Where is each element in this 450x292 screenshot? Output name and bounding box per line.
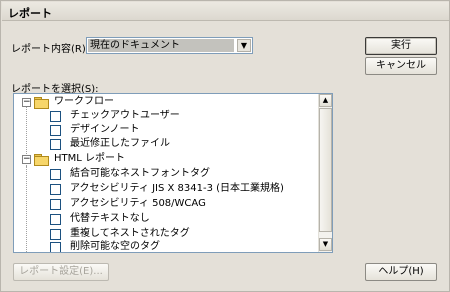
folder-icon [34,154,49,166]
run-button[interactable]: 実行 [365,37,437,55]
tree-group-label: ワークフロー [54,96,114,107]
tree-item-label: 結合可能なネストフォントタグ [70,168,210,179]
tree-item[interactable]: 重複してネストされたタグ [14,227,314,241]
report-scope-select[interactable]: 現在のドキュメント ▼ [86,37,253,54]
chevron-down-icon[interactable]: ▼ [237,39,251,52]
tree-item-label: デザインノート [70,124,140,135]
help-button[interactable]: ヘルプ(H) [365,263,437,281]
collapse-icon[interactable]: − [22,155,31,164]
tree-item[interactable]: 削除可能な空のタグ [14,240,314,252]
tree-item-label: 重複してネストされたタグ [70,228,190,239]
tree-group-html-report[interactable]: − HTML レポート [14,152,314,166]
report-checkbox[interactable] [50,184,61,195]
tree-item[interactable]: 結合可能なネストフォントタグ [14,167,314,181]
tree-group-workflow[interactable]: − ワークフロー [14,95,314,109]
report-checkbox[interactable] [50,229,61,240]
tree-item[interactable]: デザインノート [14,123,314,137]
report-checkbox[interactable] [50,111,61,122]
tree-item[interactable]: アクセシビリティ JIS X 8341-3 (日本工業規格) [14,182,314,196]
tree-item-label: アクセシビリティ 508/WCAG [70,198,206,209]
report-checkbox[interactable] [50,139,61,150]
report-tree[interactable]: − ワークフロー チェックアウトユーザー デザインノート 最近修正したファイル … [13,93,333,253]
tree-item[interactable]: アクセシビリティ 508/WCAG [14,197,314,211]
report-dialog: レポート レポート内容(R): 現在のドキュメント ▼ 実行 キャンセル レポー… [0,0,450,292]
scroll-up-icon[interactable]: ▲ [319,94,332,107]
report-checkbox[interactable] [50,169,61,180]
tree-item[interactable]: 代替テキストなし [14,212,314,226]
tree-scrollbar[interactable]: ▲ ▼ [318,94,332,252]
report-scope-value: 現在のドキュメント [88,39,234,52]
tree-group-label: HTML レポート [54,153,126,164]
tree-item-label: 削除可能な空のタグ [70,241,160,252]
scroll-thumb[interactable] [319,108,332,232]
collapse-icon[interactable]: − [22,98,31,107]
tree-item-label: チェックアウトユーザー [70,110,180,121]
report-checkbox[interactable] [50,242,61,252]
folder-icon [34,97,49,109]
tree-item[interactable]: 最近修正したファイル [14,137,314,151]
scroll-down-icon[interactable]: ▼ [319,238,332,251]
dialog-title: レポート [2,2,449,21]
tree-item-label: 最近修正したファイル [70,138,170,149]
tree-item-label: アクセシビリティ JIS X 8341-3 (日本工業規格) [70,183,284,194]
tree-item[interactable]: チェックアウトユーザー [14,109,314,123]
report-checkbox[interactable] [50,125,61,136]
report-scope-label: レポート内容(R): [11,44,90,55]
report-checkbox[interactable] [50,214,61,225]
report-settings-button[interactable]: レポート設定(E)... [13,263,109,281]
report-checkbox[interactable] [50,199,61,210]
tree-item-label: 代替テキストなし [70,213,150,224]
cancel-button[interactable]: キャンセル [365,57,437,75]
